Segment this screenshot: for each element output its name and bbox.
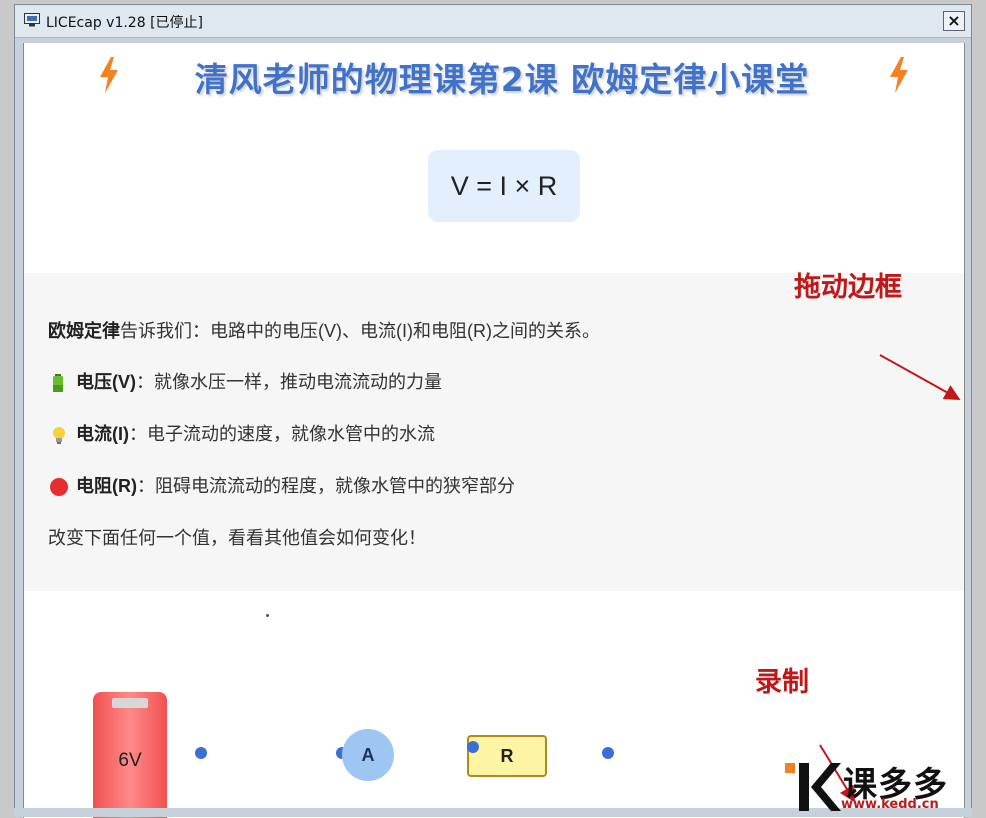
kedd-k-logo-icon [785,763,841,811]
watermark-url: www.kedd.cn [841,797,939,812]
drag-border-arrow [879,354,961,400]
watermark-logo: 课多多 www.kedd.cn [785,757,985,817]
annotation-arrows [819,354,961,803]
